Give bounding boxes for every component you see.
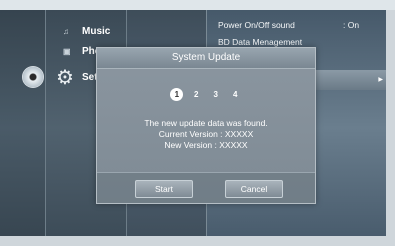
start-button[interactable]: Start: [135, 180, 193, 198]
music-note-icon: ♫: [63, 27, 69, 36]
step-2: 2: [194, 90, 199, 99]
setting-label-bd-data[interactable]: BD Data Menagement: [218, 37, 302, 47]
chevron-right-icon: ▶: [378, 77, 383, 83]
gear-icon[interactable]: ⚙: [55, 68, 75, 88]
disc-icon: [22, 66, 44, 88]
message-line-2: Current Version : XXXXX: [158, 129, 254, 139]
right-strip: [386, 10, 395, 246]
menu-item-music[interactable]: Music: [82, 26, 110, 37]
step-3: 3: [213, 90, 218, 99]
photo-icon: ▣: [63, 47, 71, 56]
setting-value-power-sound: : On: [343, 20, 360, 30]
tv-screen: ♫ Music ▣ Pho ⚙ Set ▶ Power On/Off sound…: [0, 0, 395, 246]
top-bar: [0, 0, 395, 10]
step-4: 4: [232, 90, 238, 99]
dialog-title: System Update: [97, 48, 315, 69]
message-line-3: New Version : XXXXX: [164, 140, 248, 150]
step-1: 1: [170, 88, 184, 101]
dialog-button-bar: Start Cancel: [97, 172, 315, 203]
column-1: [0, 10, 45, 246]
cancel-button[interactable]: Cancel: [225, 180, 283, 198]
setting-label-power-sound[interactable]: Power On/Off sound: [218, 20, 295, 30]
system-update-dialog: System Update 1 2 3 4 The new update dat…: [96, 47, 316, 204]
step-indicator: 1 2 3 4: [97, 84, 315, 102]
message-line-1: The new update data was found.: [144, 118, 268, 128]
bottom-bar: [0, 236, 395, 246]
